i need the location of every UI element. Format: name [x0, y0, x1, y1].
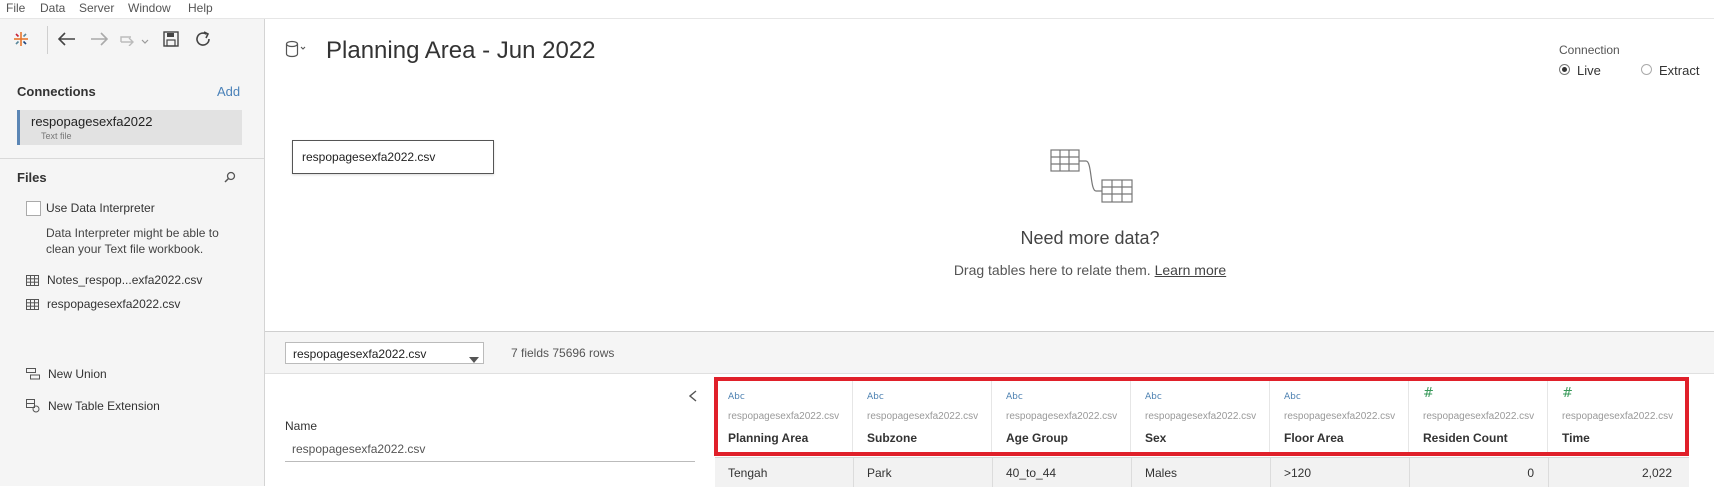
forward-icon[interactable] — [88, 28, 110, 50]
table-cell: Park — [867, 466, 892, 480]
datasource-icon[interactable] — [285, 40, 307, 63]
table-cell: >120 — [1284, 466, 1312, 480]
canvas-table-name: respopagesexfa2022.csv — [302, 150, 436, 164]
name-input-value: respopagesexfa2022.csv — [292, 442, 426, 456]
connections-title: Connections — [17, 84, 96, 99]
file-name: Notes_respop...exfa2022.csv — [47, 273, 203, 287]
menu-data[interactable]: Data — [40, 1, 65, 15]
name-input[interactable]: respopagesexfa2022.csv — [285, 436, 695, 462]
connection-label: Connection — [1559, 43, 1620, 57]
name-label: Name — [285, 419, 318, 433]
metadata-panel — [265, 374, 700, 486]
refresh-icon[interactable] — [192, 28, 214, 50]
add-connection-link[interactable]: Add — [217, 84, 240, 99]
table-cell: 0 — [1527, 466, 1534, 480]
collapse-chevron-icon[interactable] — [688, 389, 697, 407]
save-icon[interactable] — [160, 28, 182, 50]
extract-radio[interactable] — [1641, 64, 1652, 75]
learn-more-link[interactable]: Learn more — [1155, 262, 1227, 278]
live-label: Live — [1577, 63, 1601, 78]
table-cell: Tengah — [728, 466, 768, 480]
extract-label: Extract — [1659, 63, 1700, 78]
new-table-extension-label: New Table Extension — [48, 399, 160, 413]
highlight-annotation-box — [714, 377, 1689, 456]
menu-file[interactable]: File — [6, 1, 25, 15]
cell-divider — [1131, 458, 1132, 487]
new-union-button[interactable]: New Union — [26, 367, 107, 381]
new-union-label: New Union — [48, 367, 107, 381]
grid-summary: 7 fields 75696 rows — [511, 346, 615, 360]
datasource-title[interactable]: Planning Area - Jun 2022 — [326, 37, 596, 65]
files-title: Files — [17, 170, 47, 185]
redo-dropdown-icon[interactable] — [118, 28, 152, 50]
chevron-down-icon — [469, 350, 479, 368]
union-icon — [26, 368, 40, 380]
table-row: Tengah Park 40_to_44 Males >120 0 2,022 — [715, 457, 1689, 487]
menu-help[interactable]: Help — [188, 1, 213, 15]
connection-item[interactable]: respopagesexfa2022 Text file — [17, 110, 242, 145]
menu-server[interactable]: Server — [79, 1, 114, 15]
table-extension-icon — [26, 399, 40, 413]
connection-name: respopagesexfa2022 — [31, 114, 153, 129]
new-table-extension-button[interactable]: New Table Extension — [26, 399, 160, 413]
file-item[interactable]: Notes_respop...exfa2022.csv — [26, 273, 202, 287]
divider — [0, 158, 264, 159]
menu-window[interactable]: Window — [128, 1, 171, 15]
table-cell: 40_to_44 — [1006, 466, 1057, 480]
connection-type: Text file — [41, 131, 72, 141]
canvas-table[interactable]: respopagesexfa2022.csv — [292, 140, 494, 174]
table-cell: Males — [1145, 466, 1178, 480]
relate-tables-icon — [1050, 148, 1134, 211]
table-select[interactable]: respopagesexfa2022.csv — [285, 342, 484, 364]
tableau-logo-icon[interactable] — [10, 28, 32, 50]
interpreter-checkbox[interactable] — [26, 201, 41, 216]
table-icon — [26, 274, 39, 286]
cell-divider — [1548, 458, 1549, 487]
cell-divider — [853, 458, 854, 487]
search-icon[interactable] — [224, 170, 236, 188]
file-item[interactable]: respopagesexfa2022.csv — [26, 297, 180, 311]
cell-divider — [992, 458, 993, 487]
need-more-data-heading: Need more data? — [1020, 228, 1160, 248]
table-select-value: respopagesexfa2022.csv — [293, 347, 427, 361]
back-icon[interactable] — [56, 28, 78, 50]
toolbar-separator — [47, 26, 48, 54]
file-name: respopagesexfa2022.csv — [47, 297, 181, 311]
drag-hint: Drag tables here to relate them. Learn m… — [900, 262, 1280, 278]
live-radio[interactable] — [1559, 64, 1570, 75]
menu-bar: File Data Server Window Help — [0, 0, 1714, 19]
table-cell: 2,022 — [1641, 466, 1672, 480]
table-icon — [26, 298, 39, 310]
cell-divider — [1270, 458, 1271, 487]
interpreter-label: Use Data Interpreter — [46, 201, 155, 215]
cell-divider — [1409, 458, 1410, 487]
interpreter-hint-line2: clean your Text file workbook. — [46, 242, 204, 256]
interpreter-hint-line1: Data Interpreter might be able to — [46, 226, 219, 240]
drag-hint-text: Drag tables here to relate them. — [953, 262, 1151, 278]
